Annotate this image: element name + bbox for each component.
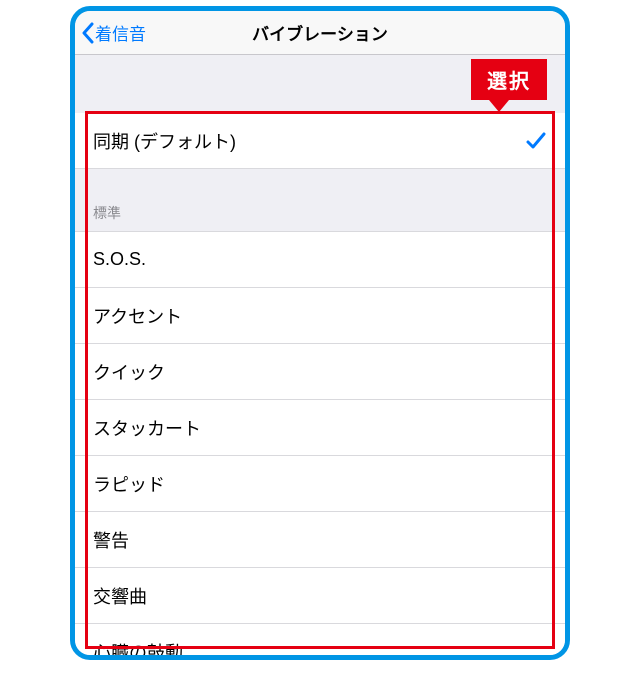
content-scroll[interactable]: 同期 (デフォルト) 標準 S.O.S. アクセント クイック スタッカート ラ… bbox=[75, 55, 565, 655]
nav-bar: 着信音 バイブレーション bbox=[75, 11, 565, 55]
callout: 選択 bbox=[471, 59, 547, 112]
checkmark-icon bbox=[525, 130, 547, 152]
vibration-option[interactable]: 交響曲 bbox=[75, 568, 565, 624]
back-label: 着信音 bbox=[95, 20, 146, 45]
option-label: 心臓の鼓動 bbox=[93, 639, 547, 655]
option-label: スタッカート bbox=[93, 415, 547, 441]
vibration-option[interactable]: スタッカート bbox=[75, 400, 565, 456]
section-header-standard: 標準 bbox=[75, 169, 565, 232]
option-label: S.O.S. bbox=[93, 249, 547, 270]
vibration-option[interactable]: クイック bbox=[75, 344, 565, 400]
option-label: ラピッド bbox=[93, 471, 547, 497]
option-label: 同期 (デフォルト) bbox=[93, 128, 525, 154]
vibration-option[interactable]: アクセント bbox=[75, 288, 565, 344]
back-button[interactable]: 着信音 bbox=[75, 20, 146, 45]
vibration-option[interactable]: 警告 bbox=[75, 512, 565, 568]
vibration-option-default[interactable]: 同期 (デフォルト) bbox=[75, 113, 565, 169]
vibration-option[interactable]: S.O.S. bbox=[75, 232, 565, 288]
page-title: バイブレーション bbox=[75, 20, 565, 45]
callout-label: 選択 bbox=[471, 59, 547, 100]
callout-arrow-icon bbox=[489, 100, 509, 112]
vibration-option[interactable]: 心臓の鼓動 bbox=[75, 624, 565, 655]
device-frame: 着信音 バイブレーション 選択 同期 (デフォルト) 標準 S.O.S. アクセ… bbox=[70, 6, 570, 660]
chevron-left-icon bbox=[81, 22, 95, 44]
option-label: アクセント bbox=[93, 303, 547, 329]
option-label: 警告 bbox=[93, 527, 547, 553]
option-label: クイック bbox=[93, 359, 547, 385]
vibration-option[interactable]: ラピッド bbox=[75, 456, 565, 512]
option-label: 交響曲 bbox=[93, 583, 547, 609]
